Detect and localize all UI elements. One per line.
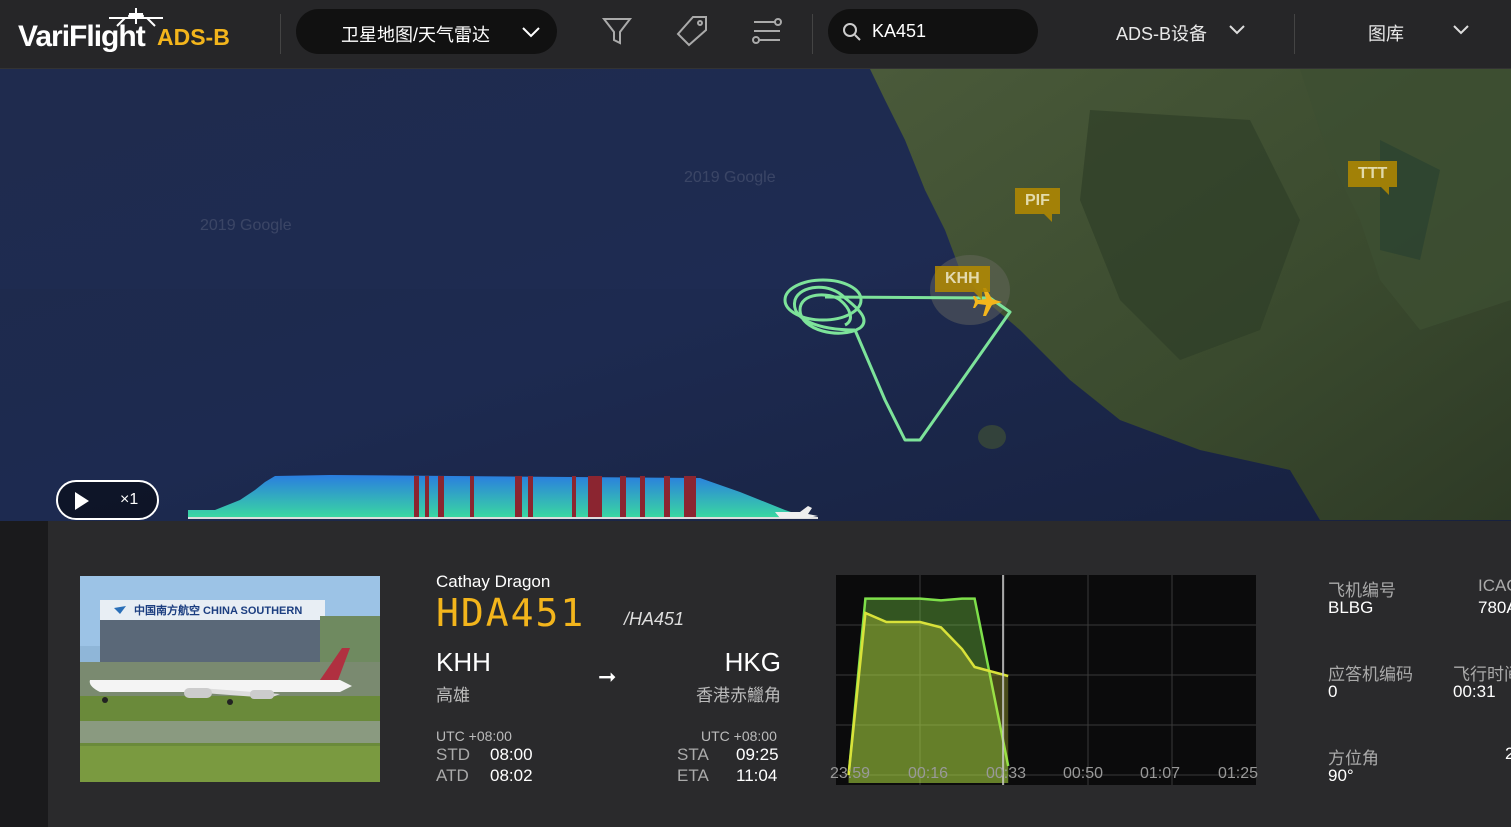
atd-value: 08:02: [490, 766, 533, 785]
icao-value: 780A: [1478, 598, 1511, 617]
std-label: STD: [436, 745, 470, 764]
squawk-label: 应答机编码: [1328, 665, 1413, 684]
eta-label: ETA: [677, 766, 709, 785]
map-canvas: [0, 69, 1511, 521]
tag-icon[interactable]: [675, 14, 709, 48]
airline-name: Cathay Dragon: [436, 572, 551, 591]
playback-control[interactable]: ×1: [56, 480, 159, 520]
x-tick-label: 00:33: [986, 765, 1027, 782]
play-icon[interactable]: [75, 492, 89, 510]
map-watermark: 2019 Google: [684, 169, 776, 186]
atd-label: ATD: [436, 766, 469, 785]
airport-label-ttt[interactable]: TTT: [1348, 161, 1398, 195]
gallery-menu[interactable]: 图库: [1368, 20, 1404, 46]
eta-value: 11:04: [736, 766, 778, 785]
route-settings-icon[interactable]: [750, 14, 784, 48]
destination-name: 香港赤鱲角: [696, 686, 781, 705]
series-area: [848, 613, 1009, 783]
airport-label-khh[interactable]: KHH: [935, 266, 990, 300]
origin-code: KHH: [436, 647, 491, 677]
x-tick-label: 23:59: [830, 765, 871, 782]
divider: [812, 14, 813, 54]
map-watermark: 2019 Google: [200, 217, 292, 234]
chevron-down-icon[interactable]: [1228, 21, 1246, 39]
divider: [1294, 14, 1295, 54]
logo-ads-b: ADS-B: [157, 24, 230, 50]
x-tick-label: 01:25: [1218, 765, 1259, 782]
squawk-value: 0: [1328, 682, 1338, 701]
heading-value: 90°: [1328, 766, 1354, 785]
origin-name: 高雄: [436, 686, 470, 705]
route-arrow-icon: ➞: [598, 664, 617, 689]
search-input[interactable]: [872, 19, 1022, 43]
destination-timezone: UTC +08:00: [701, 728, 777, 744]
map-layer-label: 卫星地图/天气雷达: [341, 25, 491, 45]
std-value: 08:00: [490, 745, 533, 764]
x-tick-label: 00:16: [908, 765, 949, 782]
destination-code: HKG: [724, 647, 781, 677]
sta-value: 09:25: [736, 745, 779, 764]
variflight-logo[interactable]: VariFlight ADS-B: [16, 8, 246, 54]
x-tick-label: 01:07: [1140, 765, 1181, 782]
flight-time-value: 00:31: [1453, 682, 1496, 701]
flight-search[interactable]: [828, 9, 1038, 54]
chevron-down-icon: [522, 27, 540, 38]
extra-value: 2: [1505, 744, 1511, 763]
registration-value: BLBG: [1328, 598, 1374, 617]
logo-text: VariFlight: [18, 20, 146, 53]
top-bar: VariFlight ADS-B 卫星地图/天气雷达 ADS-B设备 图库: [0, 0, 1511, 69]
flight-number: HDA451: [436, 591, 586, 635]
ads-b-device-menu[interactable]: ADS-B设备: [1116, 20, 1207, 46]
origin-timezone: UTC +08:00: [436, 728, 512, 744]
x-tick-label: 00:50: [1063, 765, 1104, 782]
filter-icon[interactable]: [600, 14, 634, 48]
search-icon: [843, 23, 861, 41]
divider: [280, 14, 281, 54]
satellite-map[interactable]: PIF TTT KHH 2019 Google 2019 Google: [0, 69, 1511, 521]
airport-label-pif[interactable]: PIF: [1015, 188, 1060, 222]
playback-speed[interactable]: ×1: [120, 491, 138, 509]
chevron-down-icon[interactable]: [1452, 21, 1470, 39]
aircraft-photo[interactable]: 中国南方航空 CHINA SOUTHERN: [80, 576, 380, 782]
altitude-speed-chart[interactable]: [836, 575, 1256, 785]
codeshare-number: /HA451: [624, 609, 685, 629]
map-layer-select[interactable]: 卫星地图/天气雷达: [296, 9, 557, 54]
chart-canvas: [836, 575, 1256, 785]
sta-label: STA: [677, 745, 709, 764]
icao-label: ICAO: [1478, 576, 1511, 595]
photo-banner-text: 中国南方航空 CHINA SOUTHERN: [134, 605, 303, 617]
